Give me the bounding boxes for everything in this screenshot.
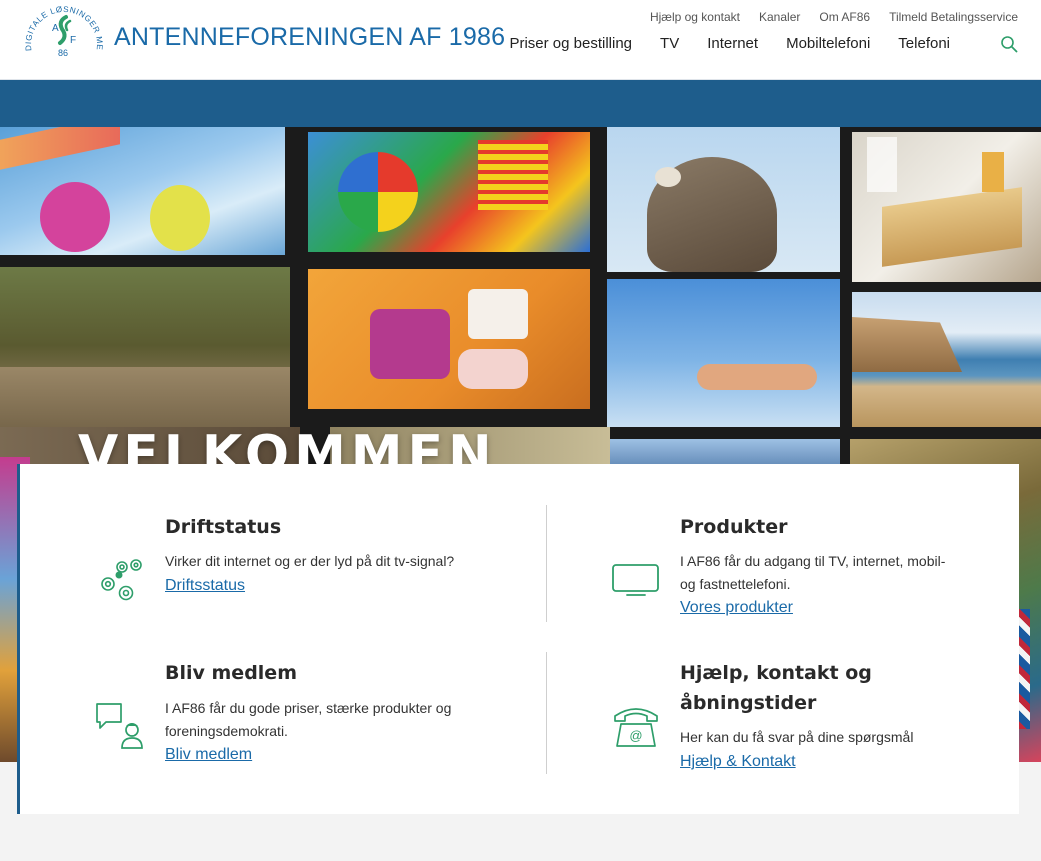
hero-tile-sandwiches — [852, 132, 1041, 282]
brand-name[interactable]: ANTENNEFORENINGEN AF 1986 — [114, 23, 505, 52]
util-link-about[interactable]: Om AF86 — [819, 10, 870, 24]
phone-icon: @ — [614, 708, 658, 747]
header-band — [0, 80, 1041, 127]
panel-divider-bottom — [546, 652, 547, 774]
chat-person-icon — [96, 703, 143, 749]
our-products-link[interactable]: Vores produkter — [680, 599, 793, 617]
seal-initial-f: F — [70, 35, 76, 46]
panel-divider-top — [546, 505, 547, 622]
card-title-help: Hjælp, kontakt og åbningstider — [680, 662, 872, 714]
info-panel: Driftstatus Virker dit internet og er de… — [17, 464, 1019, 814]
svg-text:@: @ — [629, 728, 642, 743]
gears-icon — [101, 559, 142, 601]
hero-tile-bouncy-castle — [308, 132, 590, 252]
hero-tile-clothes — [308, 269, 590, 409]
util-link-help[interactable]: Hjælp og kontakt — [650, 10, 740, 24]
nav-item-internet[interactable]: Internet — [707, 35, 758, 52]
utility-nav: Hjælp og kontakt Kanaler Om AF86 Tilmeld… — [650, 10, 1018, 24]
card-text-help: Her kan du få svar på dine spørgsmål — [680, 729, 914, 745]
card-text-products: I AF86 får du adgang til TV, internet, m… — [680, 553, 946, 592]
main-nav: Priser og bestilling TV Internet Mobilte… — [509, 35, 950, 52]
hero-tile-hand — [607, 279, 840, 427]
hero-tile-plants — [0, 267, 290, 442]
hero-tile-beach — [852, 292, 1041, 427]
page-footer-area — [0, 814, 1041, 861]
hero-tile-balloons — [0, 127, 285, 255]
monitor-icon — [612, 564, 659, 596]
nav-item-telephony[interactable]: Telefoni — [898, 35, 950, 52]
seal-initial-86: 86 — [58, 48, 68, 58]
nav-item-tv[interactable]: TV — [660, 35, 679, 52]
card-title-products: Produkter — [680, 516, 788, 538]
card-text-operations: Virker dit internet og er der lyd på dit… — [165, 553, 455, 569]
util-link-channels[interactable]: Kanaler — [759, 10, 800, 24]
site-header: DIGITALE LØSNINGER MED FREMSYN A F 86 AN… — [0, 0, 1041, 80]
util-link-payment-service[interactable]: Tilmeld Betalingsservice — [889, 10, 1018, 24]
search-icon[interactable] — [1000, 35, 1018, 53]
card-title-membership: Bliv medlem — [165, 662, 297, 684]
operations-status-link[interactable]: Driftsstatus — [165, 577, 245, 595]
af86-seal-logo[interactable]: DIGITALE LØSNINGER MED FREMSYN A F 86 — [22, 3, 106, 77]
help-contact-link[interactable]: Hjælp & Kontakt — [680, 753, 796, 771]
hero-tile-vulture — [607, 127, 840, 272]
card-text-membership: I AF86 får du gode priser, stærke produk… — [165, 700, 452, 739]
card-title-operations: Driftstatus — [165, 516, 282, 538]
nav-item-mobile[interactable]: Mobiltelefoni — [786, 35, 870, 52]
seal-initial-a: A — [52, 23, 59, 34]
nav-item-prices[interactable]: Priser og bestilling — [509, 35, 632, 52]
become-member-link[interactable]: Bliv medlem — [165, 746, 252, 764]
